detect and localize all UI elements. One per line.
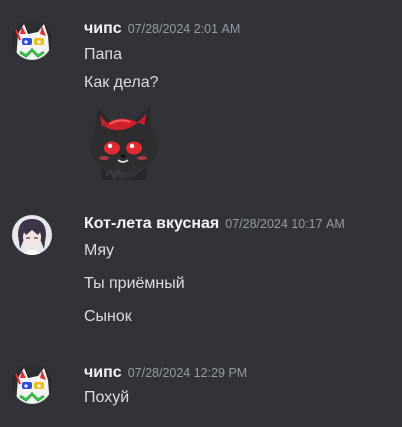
message-header: чипс 07/28/2024 12:29 PM	[84, 364, 247, 382]
avatar-cat-icon	[12, 20, 52, 60]
avatar[interactable]	[12, 20, 52, 60]
timestamp[interactable]: 07/28/2024 10:17 AM	[225, 217, 345, 231]
author-name[interactable]: чипс	[84, 20, 122, 37]
timestamp[interactable]: 07/28/2024 2:01 AM	[128, 22, 241, 36]
message-text: Как дела?	[84, 74, 159, 91]
avatar-anime-boy-icon	[12, 215, 52, 255]
message-text: Мяу	[84, 242, 114, 259]
timestamp[interactable]: 07/28/2024 12:29 PM	[128, 366, 248, 380]
avatar[interactable]	[12, 364, 52, 404]
wolf-pup-sticker-icon[interactable]	[80, 100, 166, 186]
message-text: Папа	[84, 46, 122, 63]
avatar[interactable]	[12, 215, 52, 255]
message-header: Кот-лета вкусная 07/28/2024 10:17 AM	[84, 215, 345, 233]
avatar-cat-icon	[12, 364, 52, 404]
message-text: Ты приёмный	[84, 275, 185, 292]
author-name[interactable]: чипс	[84, 364, 122, 381]
message-text: Сынок	[84, 308, 132, 325]
message-text: Похуй	[84, 389, 130, 406]
author-name[interactable]: Кот-лета вкусная	[84, 215, 219, 232]
message-header: чипс 07/28/2024 2:01 AM	[84, 20, 240, 38]
